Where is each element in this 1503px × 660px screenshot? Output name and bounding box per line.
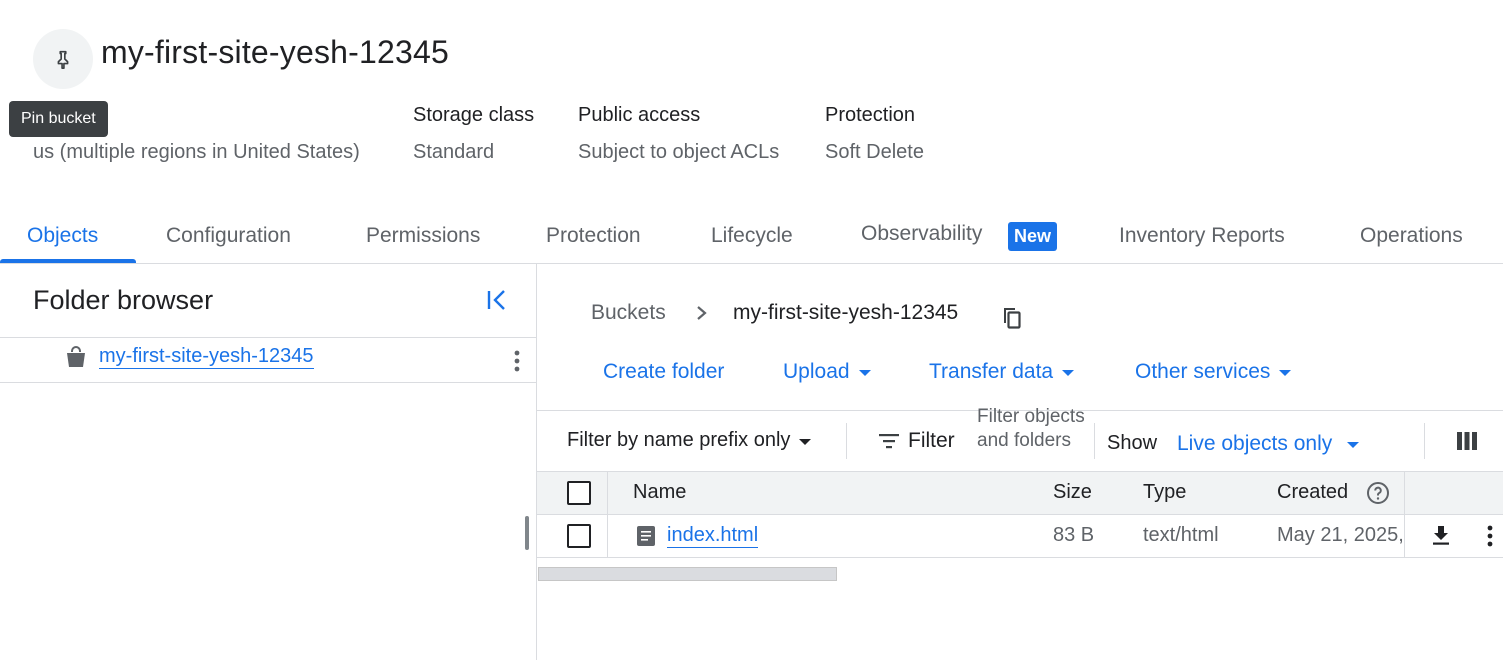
- column-type[interactable]: Type: [1143, 481, 1186, 504]
- chevron-right-icon: [692, 302, 712, 324]
- live-objects-select[interactable]: Live objects only: [1177, 432, 1360, 456]
- filter-mode-label: Filter by name prefix only: [567, 429, 791, 451]
- row-more-button[interactable]: [1482, 524, 1498, 548]
- caret-down-icon: [799, 438, 812, 445]
- tab-permissions[interactable]: Permissions: [366, 224, 480, 248]
- filter-input[interactable]: Filter objects and folders: [977, 405, 1087, 453]
- other-services-button[interactable]: Other services: [1135, 360, 1292, 384]
- location-value: us (multiple regions in United States): [33, 141, 360, 163]
- bucket-more-button[interactable]: [507, 348, 527, 374]
- public-access-value: Subject to object ACLs: [578, 141, 780, 163]
- upload-label: Upload: [783, 360, 850, 383]
- transfer-data-button[interactable]: Transfer data: [929, 360, 1075, 384]
- transfer-data-label: Transfer data: [929, 360, 1054, 383]
- filter-separator: [846, 423, 847, 459]
- more-vert-icon: [514, 350, 520, 372]
- more-vert-icon: [1487, 525, 1493, 547]
- upload-button[interactable]: Upload: [783, 360, 871, 384]
- download-icon[interactable]: [1430, 524, 1452, 546]
- filter-icon: [878, 432, 900, 450]
- tab-protection[interactable]: Protection: [546, 224, 641, 248]
- new-badge: New: [1008, 222, 1058, 251]
- storage-class-label: Storage class: [413, 104, 535, 126]
- caret-down-icon: [1347, 442, 1360, 448]
- protection-value: Soft Delete: [825, 141, 924, 163]
- filter-separator: [1424, 423, 1425, 459]
- collapse-left-icon: [487, 290, 505, 310]
- filter-separator: [1094, 423, 1095, 459]
- folder-browser-row-divider: [0, 382, 536, 383]
- live-objects-label: Live objects only: [1177, 432, 1333, 455]
- column-name[interactable]: Name: [633, 481, 686, 504]
- caret-down-icon: [1062, 370, 1075, 376]
- filter-label: Filter: [908, 429, 955, 452]
- filter-mode-select[interactable]: Filter by name prefix only: [567, 429, 812, 452]
- folder-browser-title: Folder browser: [33, 285, 214, 315]
- pin-icon: [57, 50, 69, 69]
- tab-objects[interactable]: Objects: [27, 224, 98, 248]
- tabs-divider: [0, 263, 1503, 264]
- tab-configuration[interactable]: Configuration: [166, 224, 291, 248]
- pin-tooltip: Pin bucket: [9, 101, 108, 137]
- tab-inventory-reports[interactable]: Inventory Reports: [1119, 224, 1285, 248]
- public-access-label: Public access: [578, 104, 701, 126]
- other-services-label: Other services: [1135, 360, 1271, 383]
- create-folder-label: Create folder: [603, 360, 725, 383]
- select-all-checkbox[interactable]: [567, 481, 591, 505]
- storage-class-value: Standard: [413, 141, 495, 163]
- help-icon[interactable]: [1366, 481, 1390, 505]
- breadcrumb-buckets[interactable]: Buckets: [591, 301, 666, 325]
- caret-down-icon: [858, 370, 871, 376]
- object-created: May 21, 2025,: [1277, 524, 1404, 546]
- object-size: 83 B: [1053, 524, 1095, 546]
- folder-browser-bucket-link[interactable]: my-first-site-yesh-12345: [99, 345, 314, 369]
- collapse-panel-button[interactable]: [484, 287, 510, 313]
- panel-resize-handle[interactable]: [525, 516, 529, 550]
- bucket-icon: [64, 346, 88, 370]
- tab-operations[interactable]: Operations: [1360, 224, 1463, 248]
- column-created[interactable]: Created: [1277, 481, 1348, 504]
- object-name-link[interactable]: index.html: [667, 524, 759, 548]
- breadcrumb-current: my-first-site-yesh-12345: [733, 301, 959, 324]
- protection-label: Protection: [825, 104, 916, 126]
- copy-icon[interactable]: [1000, 305, 1024, 331]
- folder-browser-divider: [0, 337, 536, 338]
- tab-observability[interactable]: Observability: [861, 222, 982, 246]
- row-checkbox[interactable]: [567, 524, 591, 548]
- object-type: text/html: [1143, 524, 1219, 546]
- column-size[interactable]: Size: [1053, 481, 1092, 504]
- create-folder-button[interactable]: Create folder: [603, 360, 724, 384]
- column-display-icon[interactable]: [1456, 431, 1478, 451]
- file-icon: [636, 525, 656, 547]
- show-label: Show: [1107, 432, 1158, 454]
- pin-bucket-button[interactable]: [33, 29, 93, 89]
- horizontal-scrollbar[interactable]: [538, 567, 837, 581]
- page-title: my-first-site-yesh-12345: [101, 34, 450, 70]
- tab-lifecycle[interactable]: Lifecycle: [711, 224, 793, 248]
- caret-down-icon: [1279, 370, 1292, 376]
